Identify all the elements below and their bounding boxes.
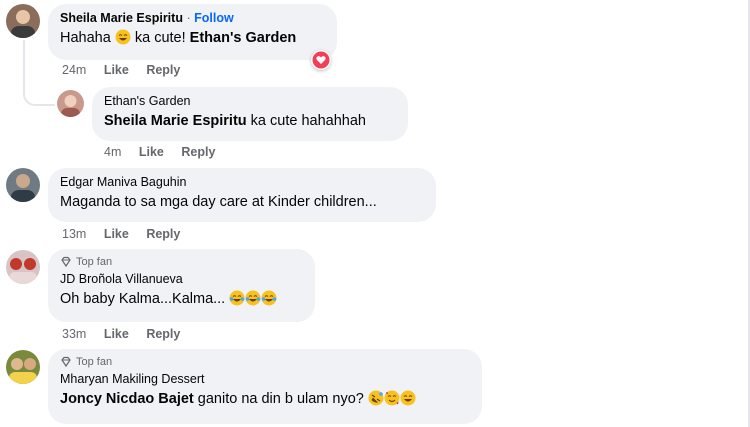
top-fan-label: Top fan <box>76 356 113 368</box>
avatar[interactable] <box>57 90 84 117</box>
comment-actions: 33m Like Reply <box>62 327 194 341</box>
comment-bubble: Ethan's Garden Sheila Marie Espiritu ka … <box>92 87 408 141</box>
laughing-emoji-icon <box>400 390 416 406</box>
rolling-laughing-emoji-icon <box>368 390 384 406</box>
comment-actions: 13m Like Reply <box>62 227 194 241</box>
avatar[interactable] <box>6 350 40 384</box>
comment-time[interactable]: 13m <box>62 227 86 241</box>
commenter-name[interactable]: Ethan's Garden <box>104 93 396 109</box>
commenter-name[interactable]: Edgar Maniva Baguhin <box>60 174 424 190</box>
comment-text-part: ka cute hahahhah <box>250 113 366 129</box>
tears-of-joy-emoji-icon <box>229 290 245 306</box>
diamond-icon <box>61 256 71 268</box>
reply-button[interactable]: Reply <box>146 327 180 341</box>
avatar-photo-icon <box>61 95 80 117</box>
reply-button[interactable]: Reply <box>146 63 180 77</box>
comment-bubble: Sheila Marie Espiritu · Follow Hahaha ka… <box>48 4 337 60</box>
comment-text: Joncy Nicdao Bajet ganito na din b ulam … <box>60 389 470 409</box>
comment-time[interactable]: 33m <box>62 327 86 341</box>
like-button[interactable]: Like <box>104 63 129 77</box>
diamond-icon <box>61 356 71 368</box>
commenter-name[interactable]: JD Broñola Villanueva <box>60 271 303 287</box>
avatar-photo-icon <box>11 10 35 38</box>
reply-button[interactable]: Reply <box>146 227 180 241</box>
comment-bubble: Top fan Mharyan Makiling Dessert Joncy N… <box>48 349 482 424</box>
top-fan-label: Top fan <box>76 256 113 268</box>
like-button[interactable]: Like <box>104 227 129 241</box>
mention-link[interactable]: Joncy Nicdao Bajet <box>60 391 194 407</box>
avatar[interactable] <box>6 168 40 202</box>
heart-reaction-icon <box>312 51 330 69</box>
thread-connector <box>23 40 55 106</box>
comment-text: Maganda to sa mga day care at Kinder chi… <box>60 194 377 210</box>
comment-actions: 24m Like Reply <box>62 63 194 77</box>
comment-actions: 4m Like Reply <box>104 145 229 159</box>
laughing-emoji-icon <box>115 29 131 45</box>
comment-text: Hahaha ka cute! Ethan's Garden <box>60 28 325 48</box>
avatar-photo-icon <box>9 358 37 384</box>
comment-bubble: Edgar Maniva Baguhin Maganda to sa mga d… <box>48 168 436 222</box>
avatar[interactable] <box>6 250 40 284</box>
comment-text-part: Hahaha <box>60 30 111 46</box>
tears-of-joy-emoji-icon <box>245 290 261 306</box>
reply-button[interactable]: Reply <box>181 145 215 159</box>
comment-text-part: ka cute! <box>134 30 186 46</box>
avatar-photo-icon <box>11 174 35 202</box>
avatar-photo-icon <box>9 258 37 284</box>
comment-time[interactable]: 4m <box>104 145 121 159</box>
commenter-name[interactable]: Sheila Marie Espiritu <box>60 11 183 25</box>
separator-dot: · <box>186 11 191 25</box>
comment-text-part: ganito na din b ulam nyo? <box>197 391 364 407</box>
follow-link[interactable]: Follow <box>194 11 234 25</box>
top-fan-badge: Top fan <box>60 355 470 369</box>
comment-text-part: Oh baby Kalma...Kalma... <box>60 291 226 307</box>
mention-link[interactable]: Sheila Marie Espiritu <box>104 113 247 129</box>
commenter-name[interactable]: Mharyan Makiling Dessert <box>60 371 470 387</box>
top-fan-badge: Top fan <box>60 255 303 269</box>
mention-link[interactable]: Ethan's Garden <box>190 30 297 46</box>
like-button[interactable]: Like <box>104 327 129 341</box>
like-button[interactable]: Like <box>139 145 164 159</box>
comment-time[interactable]: 24m <box>62 63 86 77</box>
tears-of-joy-emoji-icon <box>261 290 277 306</box>
comment-bubble: Top fan JD Broñola Villanueva Oh baby Ka… <box>48 249 315 322</box>
comment-text: Sheila Marie Espiritu ka cute hahahhah <box>104 111 396 131</box>
comment-text: Oh baby Kalma...Kalma... <box>60 289 303 309</box>
avatar[interactable] <box>6 4 40 38</box>
smiling-face-with-hearts-emoji-icon <box>384 390 400 406</box>
reaction-badge[interactable] <box>311 50 331 70</box>
